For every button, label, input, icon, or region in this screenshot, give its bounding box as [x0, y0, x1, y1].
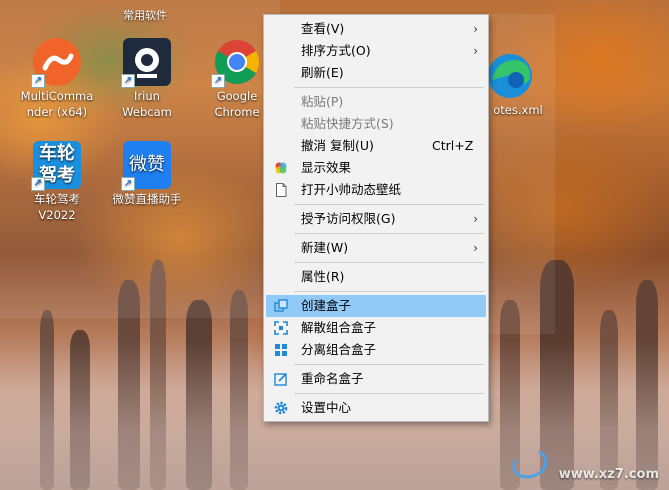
menu-separator	[294, 393, 484, 394]
menu-separator	[294, 364, 484, 365]
menu-item-label: 撤消 复制(U)	[301, 138, 374, 153]
document-icon	[276, 183, 287, 197]
menu-separator	[294, 87, 484, 88]
menu-item-paste[interactable]: 粘贴(P)	[266, 91, 486, 113]
weizan-icon: 微赞 ↗	[121, 141, 171, 191]
menu-item-label: 创建盒子	[301, 298, 352, 313]
menu-item-new[interactable]: 新建(W) ›	[266, 237, 486, 259]
settings-gear-icon	[274, 401, 288, 415]
menu-item-rename-box[interactable]: 重命名盒子	[266, 368, 486, 390]
menu-item-label: 查看(V)	[301, 21, 345, 36]
menu-item-label: 粘贴(P)	[301, 94, 344, 109]
color-effects-icon	[275, 162, 287, 174]
menu-separator	[294, 233, 484, 234]
menu-item-open-wallpaper[interactable]: 打开小帅动态壁纸	[266, 179, 486, 201]
menu-item-label: 分离组合盒子	[301, 342, 377, 357]
menu-item-shortcut: Ctrl+Z	[432, 138, 474, 153]
desktop-icon-label: 微赞直播助手	[112, 192, 182, 206]
chevron-right-icon: ›	[473, 241, 478, 255]
menu-separator	[294, 262, 484, 263]
menu-item-label: 授予访问权限(G)	[301, 211, 396, 226]
menu-item-view[interactable]: 查看(V) ›	[266, 18, 486, 40]
chrome-icon: ↗	[211, 38, 261, 88]
dissolve-box-icon	[274, 321, 288, 335]
menu-item-label: 解散组合盒子	[301, 320, 377, 335]
create-box-icon	[274, 299, 288, 312]
menu-item-sort-by[interactable]: 排序方式(O) ›	[266, 40, 486, 62]
shortcut-arrow-icon: ↗	[121, 74, 135, 88]
menu-item-display-effects[interactable]: 显示效果	[266, 157, 486, 179]
desktop-icon-iriun-webcam[interactable]: ↗ Iriun Webcam	[105, 38, 189, 120]
menu-item-split-box[interactable]: 分离组合盒子	[266, 339, 486, 361]
shortcut-arrow-icon: ↗	[121, 177, 135, 191]
shortcut-arrow-icon: ↗	[211, 74, 225, 88]
watermark-text: www.xz7.com	[558, 467, 659, 482]
menu-item-settings-center[interactable]: 设置中心	[266, 397, 486, 419]
menu-item-paste-shortcut[interactable]: 粘贴快捷方式(S)	[266, 113, 486, 135]
rename-icon	[274, 373, 287, 386]
menu-item-label: 排序方式(O)	[301, 43, 371, 58]
menu-item-label: 刷新(E)	[301, 65, 344, 80]
edge-icon	[486, 52, 534, 100]
menu-item-label: 属性(R)	[301, 269, 345, 284]
desktop-icon-weizan[interactable]: 微赞 ↗ 微赞直播助手	[105, 141, 189, 207]
menu-item-undo-copy[interactable]: 撤消 复制(U) Ctrl+Z	[266, 135, 486, 157]
menu-item-dissolve-box[interactable]: 解散组合盒子	[266, 317, 486, 339]
menu-item-label: 重命名盒子	[301, 371, 364, 386]
desktop-icon-multicommander[interactable]: ↗ MultiComma nder (x64)	[15, 38, 99, 120]
menu-item-refresh[interactable]: 刷新(E)	[266, 62, 486, 84]
desktop-icon-label: MultiComma	[20, 89, 94, 103]
chelun-icon: 车轮驾考 ↗	[31, 141, 81, 191]
desktop-icon-chelun[interactable]: 车轮驾考 ↗ 车轮驾考 V2022	[15, 141, 99, 223]
desktop-context-menu: 查看(V) › 排序方式(O) › 刷新(E) 粘贴(P) 粘贴快捷方式(S) …	[263, 14, 489, 422]
iriun-webcam-icon: ↗	[121, 38, 171, 88]
multicommander-icon: ↗	[31, 38, 81, 88]
menu-separator	[294, 204, 484, 205]
desktop-icon-label: nder (x64)	[26, 105, 88, 119]
menu-item-label: 显示效果	[301, 160, 352, 175]
desktop-icon-label: 车轮驾考	[34, 192, 80, 206]
chevron-right-icon: ›	[473, 212, 478, 226]
menu-item-label: 粘贴快捷方式(S)	[301, 116, 394, 131]
menu-item-label: 打开小帅动态壁纸	[301, 182, 402, 197]
shortcut-arrow-icon: ↗	[31, 74, 45, 88]
split-box-icon	[275, 344, 287, 356]
menu-item-label: 设置中心	[301, 400, 352, 415]
menu-item-give-access[interactable]: 授予访问权限(G) ›	[266, 208, 486, 230]
menu-item-properties[interactable]: 属性(R)	[266, 266, 486, 288]
chevron-right-icon: ›	[473, 22, 478, 36]
fence-title: 常用软件	[123, 9, 167, 22]
menu-separator	[294, 291, 484, 292]
shortcut-arrow-icon: ↗	[31, 177, 45, 191]
desktop-icon-label: Iriun	[134, 89, 160, 103]
menu-item-label: 新建(W)	[301, 240, 349, 255]
desktop-icon-label: V2022	[38, 208, 76, 222]
chevron-right-icon: ›	[473, 44, 478, 58]
desktop-icon-label: Webcam	[122, 105, 172, 119]
weizan-icon-glyphs: 微赞	[129, 154, 165, 175]
menu-item-create-box[interactable]: 创建盒子	[266, 295, 486, 317]
